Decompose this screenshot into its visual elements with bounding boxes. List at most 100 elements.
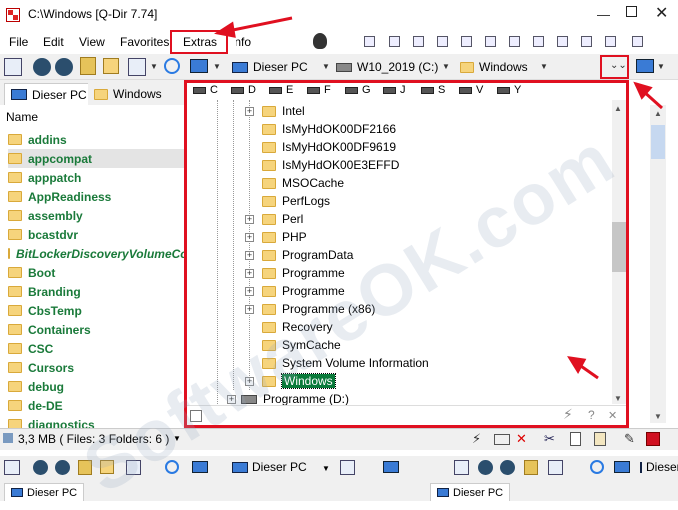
view-list-icon[interactable] (4, 460, 20, 475)
drive-button-g[interactable]: G (345, 84, 371, 96)
menu-favorites[interactable]: Favorites (120, 35, 169, 49)
menu-file[interactable]: File (9, 35, 28, 49)
delete-icon[interactable]: ✕ (516, 431, 527, 447)
up-folder-icon[interactable] (80, 57, 96, 75)
tree-scrollbar-thumb[interactable] (612, 222, 626, 272)
view-mode-icon[interactable] (128, 58, 146, 76)
maximize-button[interactable] (626, 6, 637, 17)
list-item[interactable]: CSC (8, 339, 184, 358)
lightning-icon[interactable]: ⚡ (472, 431, 481, 447)
tree-node[interactable]: MSOCache (262, 174, 344, 192)
column-header-name[interactable]: Name (6, 110, 38, 124)
properties-icon[interactable] (646, 432, 660, 446)
drive-button-y[interactable]: Y (497, 84, 521, 96)
scroll-up-icon[interactable]: ▲ (654, 109, 662, 118)
view-list-icon[interactable] (454, 460, 469, 475)
menu-edit[interactable]: Edit (43, 35, 64, 49)
lightning-icon[interactable]: ⚡ (563, 406, 573, 423)
view-mode-icon[interactable] (126, 460, 141, 475)
drive-button-d[interactable]: D (231, 84, 256, 96)
chevron-down-icon[interactable]: ▼ (322, 62, 330, 71)
location-combo[interactable]: Dieser PC (232, 57, 308, 77)
back-icon[interactable] (33, 58, 51, 76)
desktop-icon[interactable] (636, 59, 654, 73)
tree-node[interactable]: PHP (262, 228, 307, 246)
layout-icon[interactable] (605, 36, 616, 47)
drive-combo[interactable]: W10_2019 (C:) (336, 57, 438, 77)
expand-icon[interactable]: + (245, 269, 254, 278)
expand-icon[interactable]: + (245, 251, 254, 260)
chevron-down-icon[interactable]: ▼ (150, 62, 158, 71)
tree-toggle-icon[interactable]: ⌄⌄ (610, 60, 627, 71)
layout-icon[interactable] (413, 36, 424, 47)
drive-button-f[interactable]: F (307, 84, 331, 96)
drive-button-j[interactable]: J (383, 84, 406, 96)
list-item[interactable]: appcompat (8, 149, 184, 168)
tree-node[interactable]: Programme (x86) (262, 300, 375, 318)
layout-icon[interactable] (461, 36, 472, 47)
help-icon[interactable]: ? (588, 408, 595, 422)
tree-node[interactable]: Perl (262, 210, 303, 228)
scroll-up-icon[interactable]: ▲ (614, 104, 622, 113)
list-item[interactable]: debug (8, 377, 184, 396)
expand-icon[interactable]: + (245, 377, 254, 386)
tab-dieser-pc[interactable]: Dieser PC (430, 483, 511, 501)
chevron-down-icon[interactable]: ▼ (213, 62, 221, 71)
list-item[interactable]: Cursors (8, 358, 184, 377)
back-icon[interactable] (478, 460, 493, 475)
menu-info[interactable]: Info (236, 35, 251, 49)
location-combo[interactable]: Dieser PC (640, 460, 678, 474)
expand-icon[interactable]: + (245, 287, 254, 296)
drive-button-s[interactable]: S (421, 84, 445, 96)
view-list-icon[interactable] (4, 58, 22, 76)
mail-icon[interactable] (494, 434, 510, 445)
tree-node[interactable]: IsMyHdOK00DF9619 (262, 138, 396, 156)
desktop-icon[interactable] (383, 461, 399, 473)
expand-icon[interactable]: + (227, 395, 236, 404)
close-icon[interactable]: ✕ (608, 409, 617, 422)
chevron-down-icon[interactable]: ▼ (540, 62, 548, 71)
layout-icon[interactable] (485, 36, 496, 47)
desktop-icon[interactable] (192, 461, 208, 473)
list-item[interactable]: Boot (8, 263, 184, 282)
tab-dieser-pc[interactable]: Dieser PC (4, 483, 85, 501)
tree-node[interactable]: Programme (262, 282, 345, 300)
tree-node[interactable]: ProgramData (262, 246, 353, 264)
list-item[interactable]: BitLockerDiscoveryVolumeContents (8, 244, 184, 263)
layout-icon[interactable] (632, 36, 643, 47)
back-icon[interactable] (33, 460, 48, 475)
expand-icon[interactable]: + (245, 233, 254, 242)
tree-node[interactable]: Windows (262, 372, 336, 390)
list-item[interactable]: apppatch (8, 168, 184, 187)
scroll-down-icon[interactable]: ▼ (614, 394, 622, 403)
drive-button-e[interactable]: E (269, 84, 293, 96)
expand-icon[interactable]: + (245, 305, 254, 314)
layout-icon[interactable] (364, 36, 375, 47)
menu-view[interactable]: View (79, 35, 105, 49)
edit-icon[interactable]: ✎ (624, 431, 635, 447)
location-combo[interactable]: Dieser PC (232, 460, 307, 474)
forward-icon[interactable] (55, 58, 73, 76)
chevron-down-icon[interactable]: ▼ (173, 434, 181, 443)
chevron-down-icon[interactable]: ▼ (322, 464, 330, 473)
refresh-icon[interactable] (590, 460, 604, 474)
tux-icon[interactable] (313, 33, 327, 49)
tree-node[interactable]: SymCache (262, 336, 341, 354)
desktop-icon[interactable] (614, 461, 630, 473)
paste-icon[interactable] (594, 432, 606, 446)
tree-node[interactable]: Intel (262, 102, 305, 120)
list-item[interactable]: CbsTemp (8, 301, 184, 320)
layout-icon[interactable] (557, 36, 568, 47)
drive-button-v[interactable]: V (459, 84, 483, 96)
expand-icon[interactable]: + (245, 215, 254, 224)
expand-icon[interactable]: + (245, 107, 254, 116)
refresh-icon[interactable] (165, 460, 179, 474)
layout-icon[interactable] (437, 36, 448, 47)
scrollbar-thumb[interactable] (651, 125, 665, 159)
tab-dieser-pc[interactable]: Dieser PC (4, 83, 94, 105)
view-list-icon[interactable] (340, 460, 355, 475)
layout-icon[interactable] (533, 36, 544, 47)
layout-icon[interactable] (389, 36, 400, 47)
forward-icon[interactable] (500, 460, 515, 475)
tree-node[interactable]: Programme (262, 264, 345, 282)
